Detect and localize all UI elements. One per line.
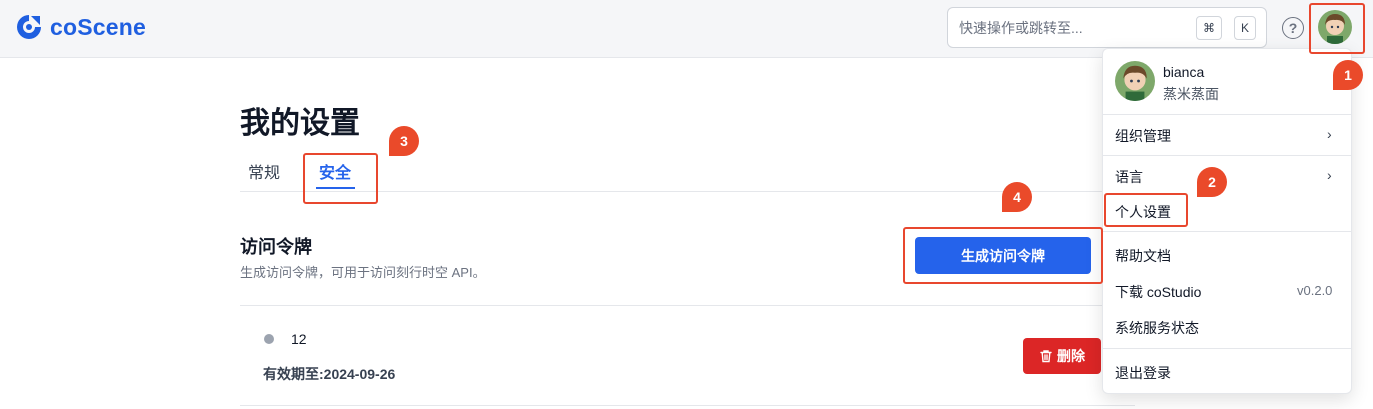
menu-item-label: 下载 coStudio [1115, 284, 1202, 300]
annotation-badge-3: 3 [389, 126, 419, 156]
access-token-title: 访问令牌 [240, 237, 312, 257]
avatar-image [1115, 61, 1155, 101]
menu-item-label: 语言 [1115, 169, 1143, 185]
chevron-right-icon: › [1327, 167, 1332, 183]
chevron-right-icon: › [1327, 126, 1332, 142]
access-token-description: 生成访问令牌，可用于访问刻行时空 API。 [240, 265, 486, 280]
menu-divider [1103, 231, 1351, 232]
menu-divider [1103, 348, 1351, 349]
delete-label: 删除 [1057, 348, 1085, 364]
highlight-box-avatar [1309, 3, 1365, 54]
menu-organization: 蒸米蒸面 [1163, 86, 1219, 102]
page-title: 我的设置 [240, 107, 360, 140]
menu-item-help-docs[interactable]: 帮助文档 [1115, 246, 1171, 266]
menu-divider [1103, 114, 1351, 115]
cmd-key-hint: ⌘ [1196, 16, 1222, 40]
menu-username: bianca [1163, 64, 1205, 80]
quick-search[interactable]: ⌘ K [947, 7, 1267, 48]
logo-text: coScene [50, 13, 147, 40]
trash-icon [1040, 350, 1052, 363]
menu-item-system-status[interactable]: 系统服务状态 [1115, 318, 1199, 338]
annotation-badge-1: 1 [1333, 60, 1363, 90]
tab-general[interactable]: 常规 [248, 159, 280, 183]
token-expiry: 有效期至:2024-09-26 [263, 366, 396, 382]
row-divider [240, 405, 1135, 406]
menu-item-label: 组织管理 [1115, 128, 1171, 144]
menu-item-logout[interactable]: 退出登录 [1115, 363, 1171, 383]
annotation-badge-2: 2 [1197, 167, 1227, 197]
highlight-box-personal-settings [1104, 193, 1188, 227]
help-icon[interactable]: ? [1282, 17, 1304, 39]
coscene-logo-icon [17, 15, 41, 39]
annotation-badge-4: 4 [1002, 182, 1032, 212]
coscene-logo[interactable]: coScene [14, 12, 146, 42]
menu-divider [1103, 155, 1351, 156]
search-input[interactable] [948, 8, 1188, 47]
section-divider [240, 305, 1135, 306]
delete-token-button[interactable]: 删除 [1023, 338, 1101, 374]
token-name: 12 [291, 331, 307, 347]
highlight-box-security-tab [303, 153, 378, 204]
token-status-dot [264, 334, 274, 344]
version-label: v0.2.0 [1297, 283, 1333, 298]
menu-avatar [1115, 61, 1155, 101]
highlight-box-generate-button [903, 227, 1103, 284]
k-key-hint: K [1234, 16, 1256, 40]
